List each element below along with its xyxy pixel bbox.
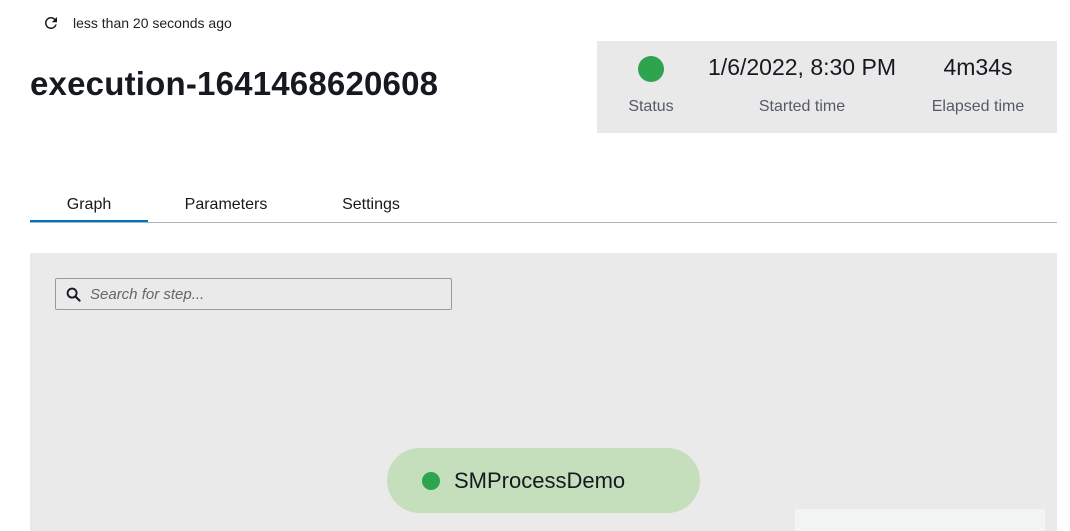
refresh-icon[interactable] [40,12,62,34]
elapsed-time-summary: 4m34s Elapsed time [913,41,1043,133]
refresh-row: less than 20 seconds ago [40,12,232,34]
graph-side-panel [795,509,1045,531]
node-status-success-icon [422,471,440,490]
page-title: execution-1641468620608 [30,65,439,102]
search-icon [66,286,82,302]
status-success-icon [638,56,664,82]
execution-detail-page: less than 20 seconds ago execution-16414… [0,0,1070,531]
tab-graph[interactable]: Graph [30,190,148,222]
tab-bar: Graph Parameters Settings [30,190,1057,223]
started-time-summary: 1/6/2022, 8:30 PM Started time [697,41,907,133]
elapsed-time-label: Elapsed time [931,98,1025,115]
status-summary: Status [603,41,699,133]
tab-settings[interactable]: Settings [320,190,422,222]
execution-summary-panel: Status 1/6/2022, 8:30 PM Started time 4m… [597,41,1057,133]
status-label: Status [628,98,674,115]
started-time-label: Started time [758,98,846,115]
graph-node-label: SMProcessDemo [454,467,626,493]
tab-parameters[interactable]: Parameters [170,190,282,222]
started-time-value: 1/6/2022, 8:30 PM [708,54,896,80]
elapsed-time-value: 4m34s [943,54,1013,80]
graph-canvas[interactable]: SMProcessDemo [30,253,1057,531]
step-search-input[interactable] [90,285,440,303]
step-search [55,278,452,310]
last-refreshed-text: less than 20 seconds ago [73,15,232,31]
graph-node[interactable]: SMProcessDemo [387,448,700,513]
